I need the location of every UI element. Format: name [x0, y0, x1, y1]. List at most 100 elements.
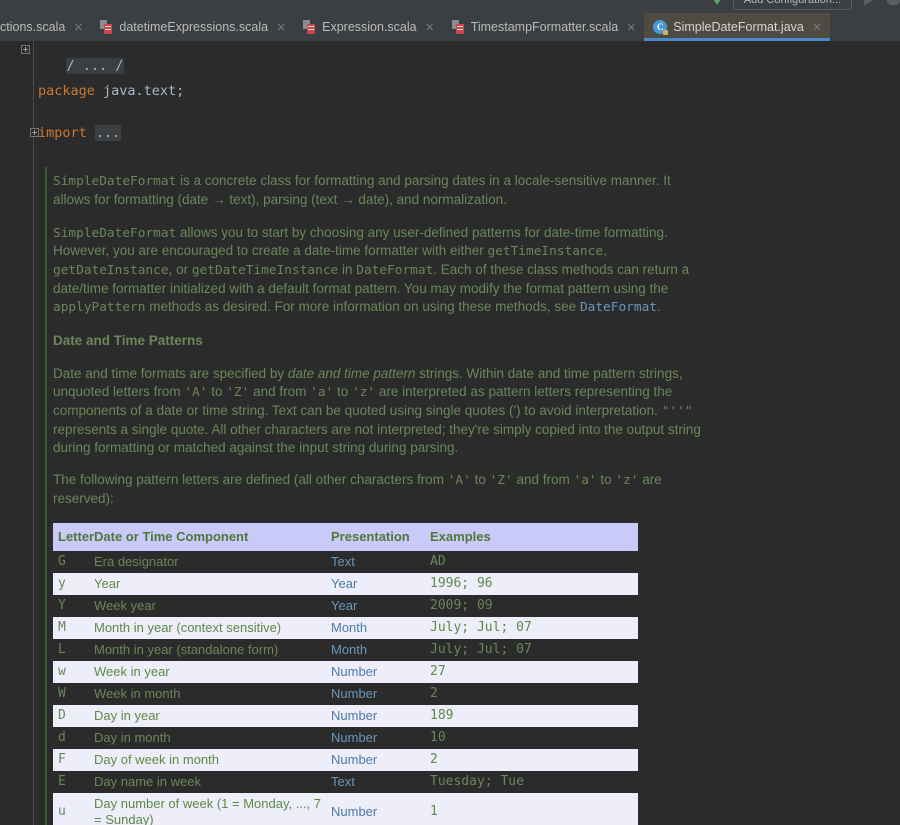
table-row: D Day in year Number 189 — [53, 704, 638, 727]
cell-component: Day of week in month — [89, 748, 326, 771]
doc-emphasis: date and time pattern — [287, 366, 416, 382]
run-arrow-icon[interactable] — [710, 0, 723, 5]
class-name-ref: SimpleDateFormat — [53, 174, 177, 189]
cell-component: Week in month — [89, 682, 326, 705]
java-class-icon: C — [653, 20, 669, 35]
code-literal: 'z' — [352, 385, 376, 401]
doc-text: in — [338, 262, 357, 278]
play-icon[interactable] — [864, 0, 873, 6]
doc-text: to — [470, 472, 490, 488]
table-row: Y Week year Year 2009; 09 — [53, 594, 638, 617]
class-name-ref: SimpleDateFormat — [53, 225, 177, 241]
code-literal: 'z' — [615, 473, 639, 489]
code-literal: "''" — [661, 403, 693, 419]
doc-text: to — [596, 472, 616, 488]
tab-label: datetimeExpressions.scala — [119, 20, 269, 34]
scala-file-icon — [451, 20, 465, 34]
javadoc-rendered-view: SimpleDateFormat is a concrete class for… — [53, 172, 705, 825]
tab-simpledateformat-java[interactable]: C SimpleDateFormat.java × — [644, 13, 830, 41]
cell-component: Year — [89, 572, 326, 595]
cell-presentation: Month — [326, 616, 425, 639]
doc-paragraph-3: Date and time formats are specified by d… — [53, 365, 705, 456]
tab-label: Expression.scala — [322, 20, 417, 34]
doc-text: . — [656, 298, 661, 314]
cell-letter: Y — [53, 594, 89, 617]
add-configuration-button[interactable]: Add Configuration... — [732, 0, 852, 10]
scala-file-icon — [100, 20, 113, 34]
folded-imports[interactable]: ... — [94, 125, 122, 141]
cell-examples: July; Jul; 07 — [425, 616, 638, 639]
cell-component: Day number of week (1 = Monday, ..., 7 =… — [89, 792, 326, 825]
table-header-row: Letter Date or Time Component Presentati… — [53, 522, 638, 551]
doc-link-dateformat[interactable]: DateFormat — [580, 300, 657, 315]
cell-examples: 27 — [425, 660, 638, 683]
cell-examples: 2 — [425, 682, 638, 705]
column-header-examples: Examples — [425, 522, 638, 551]
cell-presentation: Number — [326, 792, 425, 825]
table-row: G Era designator Text AD — [53, 550, 638, 573]
fold-expand-comment-icon[interactable] — [21, 45, 30, 54]
table-row: d Day in month Number 10 — [53, 726, 638, 749]
editor-tab-bar[interactable]: ctions.scala × datetimeExpressions.scala… — [0, 13, 900, 41]
main-toolbar: Add Configuration... — [0, 0, 900, 13]
cell-letter: E — [53, 770, 89, 793]
tab-expression-scala[interactable]: Expression.scala × — [294, 13, 443, 41]
cell-component: Day name in week — [89, 770, 326, 793]
pattern-letters-table: Letter Date or Time Component Presentati… — [53, 522, 638, 825]
table-row: E Day name in week Text Tuesday; Tue — [53, 770, 638, 793]
scala-file-icon — [303, 20, 316, 34]
cell-letter: d — [53, 726, 89, 749]
cell-letter: L — [53, 638, 89, 661]
tab-timestampformatter-scala[interactable]: TimestampFormatter.scala × — [443, 13, 645, 41]
column-header-presentation: Presentation — [326, 522, 425, 551]
close-icon[interactable]: × — [626, 21, 636, 33]
tab-datetimeexpressions-scala[interactable]: datetimeExpressions.scala × — [91, 13, 294, 41]
cell-presentation: Year — [326, 594, 425, 617]
table-header: Letter Date or Time Component Presentati… — [53, 522, 638, 551]
code-literal: 'Z' — [226, 385, 250, 401]
package-name: java.text; — [94, 83, 185, 99]
doc-text: to — [333, 384, 353, 400]
doc-text: and from — [512, 472, 574, 488]
code-literal: 'A' — [447, 473, 471, 489]
cell-examples: July; Jul; 07 — [425, 638, 638, 661]
cell-presentation: Month — [326, 638, 425, 661]
cell-examples: 1996; 96 — [425, 572, 638, 595]
cell-letter: G — [53, 550, 89, 573]
table-row: L Month in year (standalone form) Month Jul… — [53, 638, 638, 661]
cell-examples: Tuesday; Tue — [425, 770, 638, 793]
close-icon[interactable]: × — [425, 21, 435, 33]
table-row: u Day number of week (1 = Monday, ..., 7 … — [53, 792, 638, 825]
doc-text: , — [603, 243, 607, 259]
cell-presentation: Number — [326, 682, 425, 705]
cell-component: Day in month — [89, 726, 326, 749]
tab-ctions-scala[interactable]: ctions.scala × — [0, 13, 91, 41]
cell-examples: 2 — [425, 748, 638, 771]
close-icon[interactable]: × — [812, 21, 822, 33]
method-ref-applypattern: applyPattern — [53, 299, 146, 315]
close-icon[interactable]: × — [73, 21, 83, 33]
lock-icon — [663, 30, 669, 35]
import-keyword: import — [38, 125, 87, 141]
table-row: y Year Year 1996; 96 — [53, 572, 638, 595]
class-ref-dateformat: DateFormat — [356, 263, 434, 279]
tab-label: SimpleDateFormat.java — [673, 20, 804, 34]
code-literal: 'A' — [184, 385, 208, 401]
cell-letter: y — [53, 572, 89, 595]
cell-letter: w — [53, 660, 89, 683]
close-icon[interactable]: × — [276, 21, 286, 33]
debug-bug-icon[interactable] — [887, 0, 900, 5]
table-row: M Month in year (context sensitive) Month J… — [53, 616, 638, 639]
cell-examples: 2009; 09 — [425, 594, 638, 617]
cell-presentation: Number — [326, 726, 425, 749]
method-ref-getdateinstance: getDateInstance — [53, 263, 169, 279]
gutter-divider — [33, 41, 34, 825]
cell-examples: AD — [425, 550, 638, 573]
cell-presentation: Number — [326, 704, 425, 727]
cell-examples: 1 — [425, 792, 638, 825]
code-editor[interactable]: / ... / package java.text; import ... Si… — [0, 41, 900, 825]
cell-component: Era designator — [89, 550, 326, 573]
doc-paragraph-1: SimpleDateFormat is a concrete class for… — [53, 172, 705, 209]
toolbar-controls: Add Configuration... — [710, 0, 900, 13]
table-row: W Week in month Number 2 — [53, 682, 638, 705]
